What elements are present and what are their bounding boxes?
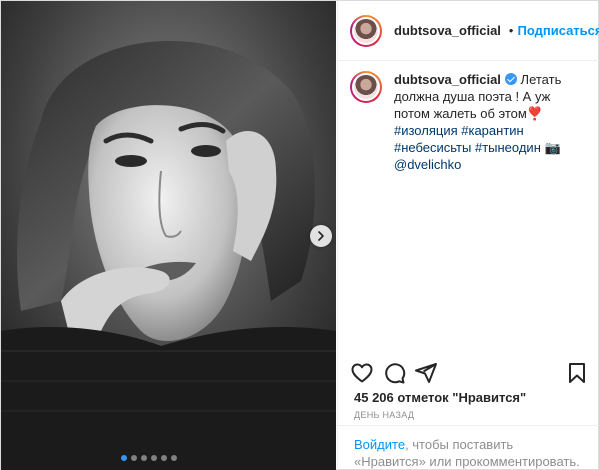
heart-icon	[351, 363, 373, 383]
hashtag-link[interactable]: #изоляция	[394, 123, 458, 138]
portrait-image	[1, 1, 336, 470]
carousel-dot	[171, 455, 177, 461]
share-button[interactable]	[414, 361, 438, 385]
heart-emoji: ❣️	[526, 106, 544, 121]
avatar[interactable]	[350, 71, 382, 103]
login-link[interactable]: Войдите	[354, 437, 405, 452]
username-link[interactable]: dubtsova_official	[394, 23, 501, 38]
carousel-dots	[121, 455, 177, 461]
bookmark-icon	[569, 363, 585, 383]
chevron-right-icon	[318, 231, 324, 241]
post-timestamp[interactable]: ДЕНЬ НАЗАД	[354, 410, 414, 420]
save-button[interactable]	[565, 361, 589, 385]
mention-link[interactable]: @dvelichko	[394, 157, 461, 172]
post-header: dubtsova_official • Подписаться •••	[338, 1, 599, 61]
camera-emoji: 📷	[544, 140, 561, 155]
share-icon	[415, 363, 437, 383]
caption-text: dubtsova_official Летать должна душа поэ…	[394, 71, 584, 173]
hashtag-link[interactable]: #тынеодин	[475, 140, 541, 155]
carousel-dot	[141, 455, 147, 461]
hashtag-link[interactable]: #небесисьты	[394, 140, 471, 155]
login-prompt: Войдите, чтобы поставить «Нравится» или …	[338, 425, 599, 470]
action-bar	[338, 358, 599, 388]
carousel-next-button[interactable]	[310, 225, 332, 247]
instagram-post: dubtsova_official • Подписаться ••• dubt…	[0, 0, 599, 470]
avatar[interactable]	[350, 14, 382, 47]
hashtag-link[interactable]: #карантин	[461, 123, 523, 138]
caption-username[interactable]: dubtsova_official	[394, 72, 501, 87]
post-sidebar: dubtsova_official • Подписаться ••• dubt…	[337, 1, 599, 470]
carousel-dot	[151, 455, 157, 461]
verified-badge-icon	[504, 73, 517, 85]
post-photo[interactable]	[1, 1, 336, 470]
follow-button[interactable]: Подписаться	[517, 23, 599, 38]
carousel-dot	[161, 455, 167, 461]
carousel-dot	[121, 455, 127, 461]
like-button[interactable]	[350, 361, 374, 385]
caption: dubtsova_official Летать должна душа поэ…	[338, 61, 599, 173]
likes-count[interactable]: 45 206 отметок "Нравится"	[354, 390, 526, 405]
carousel-dot	[131, 455, 137, 461]
comment-icon	[385, 363, 406, 384]
comment-button[interactable]	[382, 361, 406, 385]
